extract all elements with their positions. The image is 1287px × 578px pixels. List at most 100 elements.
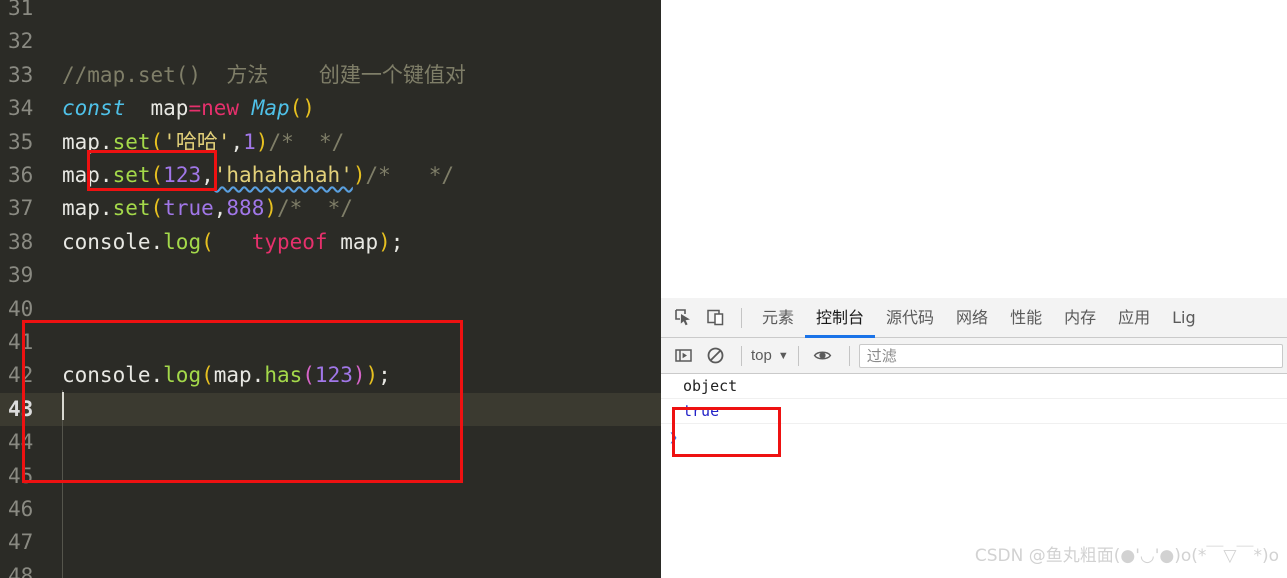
line-number: 35 (8, 129, 34, 154)
code-token: ) (352, 163, 366, 187)
code-line[interactable]: 44 (0, 426, 661, 459)
code-token: ) (255, 129, 269, 154)
code-token: has (264, 363, 303, 388)
csdn-watermark: CSDN @鱼丸粗面(●'◡'●)o(*￣▽￣*)o (974, 546, 1279, 566)
inspect-element-icon[interactable] (668, 303, 698, 333)
code-token: ( (201, 363, 214, 388)
line-content[interactable]: const map=new Map() (62, 92, 315, 125)
devtools-tabbar[interactable]: 元素 控制台 源代码 网络 性能 内存 应用 Lig (661, 298, 1287, 338)
code-token: ; (390, 229, 404, 254)
code-line[interactable]: 38 console.log( typeof map); (0, 226, 661, 259)
code-token: log (163, 363, 202, 388)
code-token: map. (213, 363, 265, 388)
chevron-down-icon: ▼ (777, 349, 789, 362)
device-toolbar-icon[interactable] (700, 303, 730, 333)
code-token: 888 (226, 196, 265, 221)
code-token: //map.set() 方法 创建一个键值对 (62, 62, 466, 87)
execution-context-selector[interactable]: top ▼ (751, 347, 789, 364)
code-token: map (125, 96, 189, 121)
code-editor[interactable]: 31 32 33//map.set() 方法 创建一个键值对 34 const map=… (0, 0, 661, 578)
code-token: 123 (314, 363, 353, 388)
code-token: console. (62, 363, 164, 388)
tab-performance[interactable]: 性能 (999, 298, 1053, 338)
tab-sources[interactable]: 源代码 (875, 298, 945, 338)
code-token: () (289, 96, 315, 121)
code-token: true (163, 196, 214, 221)
code-token: ( (150, 196, 164, 221)
code-token: , (213, 196, 227, 221)
line-number: 48 (8, 563, 34, 578)
code-token: 123 (163, 163, 202, 187)
code-line[interactable]: 42 console.log(map.has(123)); (0, 359, 661, 392)
code-line[interactable]: 33 //map.set() 方法 创建一个键值对 (0, 59, 661, 92)
code-line[interactable]: 41 (0, 326, 661, 359)
code-token: ) (264, 196, 277, 221)
code-lines-container[interactable]: 31 32 33//map.set() 方法 创建一个键值对 34 const map=… (0, 0, 661, 578)
live-expression-eye-icon[interactable] (808, 341, 838, 371)
code-token: 'hahahahah' (213, 163, 353, 187)
console-message-true: true (661, 399, 1287, 424)
code-line[interactable]: 32 (0, 25, 661, 58)
code-line[interactable]: 45 (0, 460, 661, 493)
screenshot-root: 31 32 33//map.set() 方法 创建一个键值对 34 const map=… (0, 0, 1287, 578)
code-token: , (230, 129, 244, 154)
tab-network[interactable]: 网络 (945, 298, 999, 338)
line-number: 39 (8, 263, 34, 288)
tab-lighthouse[interactable]: Lig (1161, 298, 1207, 338)
tab-elements[interactable]: 元素 (751, 298, 805, 338)
clear-console-icon[interactable] (700, 341, 730, 371)
code-line[interactable]: 43 (0, 392, 661, 427)
code-line[interactable]: 37 map.set(true,888)/* */ (0, 192, 661, 225)
code-token: console. (62, 229, 164, 254)
code-line[interactable]: 47 (0, 526, 661, 559)
code-line[interactable]: 34 const map=new Map() (0, 92, 661, 125)
devtools-panel[interactable]: 元素 控制台 源代码 网络 性能 内存 应用 Lig top ▼ 过滤 obje… (661, 0, 1287, 578)
console-toolbar[interactable]: top ▼ 过滤 (661, 338, 1287, 374)
line-content[interactable]: map.set(123,'hahahahah')/* */ (62, 159, 454, 192)
console-output-area[interactable]: object true ❯ CSDN @鱼丸粗面(●'◡'●)o(*￣▽￣*)o (661, 374, 1287, 578)
code-token: ; (378, 363, 391, 388)
code-line[interactable]: 36 map.set(123,'hahahahah')/* */ (0, 159, 661, 192)
code-line[interactable]: 39 (0, 259, 661, 292)
code-token: ) (352, 363, 366, 388)
code-token: 1 (243, 129, 256, 154)
code-line[interactable]: 48 (0, 560, 661, 578)
code-token: /* */ (277, 196, 353, 221)
code-token: map. (62, 196, 113, 221)
console-sidebar-icon[interactable] (668, 341, 698, 371)
line-content[interactable]: //map.set() 方法 创建一个键值对 (62, 59, 466, 92)
tab-memory[interactable]: 内存 (1053, 298, 1107, 338)
line-number: 40 (8, 296, 34, 321)
code-line[interactable]: 35 map.set('哈哈',1)/* */ (0, 126, 661, 159)
tab-application[interactable]: 应用 (1107, 298, 1161, 338)
code-token: set (112, 129, 151, 154)
code-line[interactable]: 46 (0, 493, 661, 526)
code-token: new (201, 96, 240, 121)
line-content[interactable]: console.log( typeof map); (62, 226, 403, 259)
code-line[interactable]: 31 (0, 0, 661, 25)
code-token: /* */ (268, 129, 345, 154)
console-toolbar-divider-1 (741, 345, 742, 366)
code-token: map. (62, 163, 113, 187)
line-number: 36 (8, 163, 34, 187)
console-message-object: object (661, 374, 1287, 399)
toolbar-divider (741, 307, 742, 328)
line-number: 43 (8, 396, 34, 421)
code-token: ( (201, 229, 214, 254)
code-token: /* */ (365, 163, 455, 187)
code-token: ( (150, 163, 164, 187)
line-number: 45 (8, 463, 34, 488)
line-number: 38 (8, 229, 34, 254)
line-content[interactable]: console.log(map.has(123)); (62, 359, 391, 392)
line-content[interactable]: map.set(true,888)/* */ (62, 192, 353, 225)
console-filter-input[interactable]: 过滤 (858, 343, 1283, 368)
code-line[interactable]: 40 (0, 293, 661, 326)
console-input-prompt[interactable]: ❯ (661, 424, 1287, 451)
code-token: = (188, 96, 202, 121)
code-token: map (327, 229, 379, 254)
line-content[interactable]: map.set('哈哈',1)/* */ (62, 126, 344, 159)
code-token: Map (251, 96, 290, 121)
tab-console[interactable]: 控制台 (805, 298, 875, 338)
line-number: 34 (8, 96, 34, 121)
